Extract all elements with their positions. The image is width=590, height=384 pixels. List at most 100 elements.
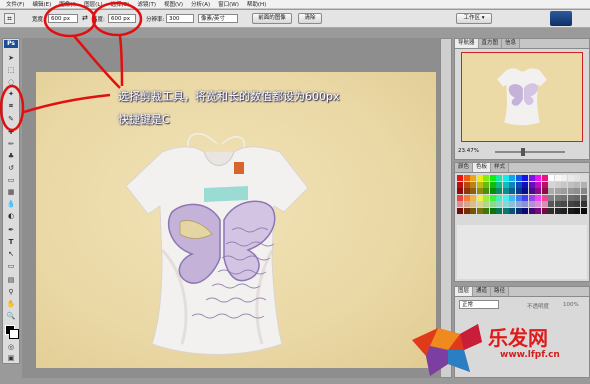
magic-wand-tool-icon[interactable]: ✦ [5, 89, 17, 98]
clone-stamp-tool-icon[interactable]: ♣ [5, 151, 17, 160]
color-swatch[interactable] [457, 207, 463, 214]
shape-tool-icon[interactable]: ▭ [5, 261, 17, 270]
color-swatch[interactable] [522, 207, 528, 214]
hand-tool-icon[interactable]: ✋ [5, 299, 17, 308]
color-swatch[interactable] [561, 175, 567, 181]
color-swatch[interactable] [509, 175, 515, 181]
height-input[interactable]: 600 px [108, 14, 136, 23]
color-swatch[interactable] [496, 181, 502, 188]
tab-navigator[interactable]: 导航器 [455, 39, 479, 48]
color-swatch[interactable] [548, 207, 554, 214]
color-swatch[interactable] [502, 201, 509, 207]
color-swatch[interactable] [483, 207, 489, 214]
color-swatch[interactable] [457, 194, 463, 201]
color-swatch[interactable] [548, 188, 554, 194]
color-swatch[interactable] [522, 188, 528, 194]
color-swatch[interactable] [528, 188, 535, 194]
clear-button[interactable]: 清除 [298, 13, 322, 24]
color-swatch[interactable] [561, 201, 567, 207]
tab-paths[interactable]: 路径 [491, 287, 510, 296]
marquee-tool-icon[interactable]: ⬚ [5, 65, 17, 74]
color-swatch[interactable] [509, 194, 515, 201]
workspace-button[interactable]: 工作区 ▾ [456, 13, 492, 24]
color-swatch[interactable] [502, 188, 509, 194]
color-swatch[interactable] [502, 207, 509, 214]
color-swatch[interactable] [515, 175, 522, 181]
brush-tool-icon[interactable]: ✏ [5, 139, 17, 148]
menu-analysis[interactable]: 分析(A) [191, 0, 210, 8]
color-swatch[interactable] [574, 194, 580, 201]
color-swatch[interactable] [470, 181, 476, 188]
color-swatch[interactable] [515, 207, 522, 214]
color-swatch[interactable] [483, 194, 489, 201]
color-swatch[interactable] [476, 175, 483, 181]
color-swatch[interactable] [476, 194, 483, 201]
color-swatch[interactable] [522, 181, 528, 188]
notes-tool-icon[interactable]: ▤ [5, 275, 17, 284]
color-swatch[interactable] [463, 181, 470, 188]
crop-tool-preset-icon[interactable]: ⌗ [4, 13, 15, 24]
resolution-input[interactable]: 300 [166, 14, 194, 23]
gradient-tool-icon[interactable]: ▦ [5, 187, 17, 196]
color-swatch[interactable] [463, 175, 470, 181]
color-swatch[interactable] [502, 181, 509, 188]
color-swatch[interactable] [554, 201, 561, 207]
color-swatch[interactable] [554, 175, 561, 181]
front-image-button[interactable]: 前面的图像 [252, 13, 292, 24]
color-swatch[interactable] [515, 188, 522, 194]
color-swatch[interactable] [496, 188, 502, 194]
color-swatch[interactable] [548, 201, 554, 207]
color-swatch[interactable] [509, 207, 515, 214]
slice-tool-icon[interactable]: ✎ [5, 114, 17, 123]
color-swatch[interactable] [496, 175, 502, 181]
color-swatch[interactable] [463, 188, 470, 194]
color-swatch[interactable] [502, 194, 509, 201]
screen-mode-icon[interactable]: ▣ [5, 353, 17, 362]
zoom-slider-thumb[interactable] [521, 148, 525, 156]
color-swatch[interactable] [567, 175, 574, 181]
color-swatch[interactable] [522, 194, 528, 201]
color-swatch[interactable] [483, 181, 489, 188]
blend-mode-select[interactable]: 正常 [459, 300, 499, 309]
color-swatch[interactable] [470, 201, 476, 207]
color-swatch[interactable] [535, 188, 541, 194]
color-swatch[interactable] [535, 194, 541, 201]
menu-select[interactable]: 选择(S) [111, 0, 130, 8]
navigator-thumbnail[interactable] [461, 52, 583, 142]
color-swatch[interactable] [463, 201, 470, 207]
tab-channels[interactable]: 通道 [473, 287, 492, 296]
opacity-value[interactable]: 100% [563, 302, 579, 308]
color-swatch[interactable] [489, 188, 496, 194]
color-swatch[interactable] [554, 207, 561, 214]
color-swatch[interactable] [580, 175, 587, 181]
tab-styles[interactable]: 样式 [491, 163, 510, 172]
zoom-slider[interactable] [495, 151, 565, 153]
color-swatch[interactable] [489, 201, 496, 207]
color-swatch[interactable] [535, 175, 541, 181]
color-swatch[interactable] [489, 175, 496, 181]
zoom-value[interactable]: 23.47% [458, 148, 479, 154]
color-swatch[interactable] [561, 207, 567, 214]
color-swatch[interactable] [567, 188, 574, 194]
color-swatch[interactable] [489, 194, 496, 201]
color-swatch[interactable] [567, 181, 574, 188]
color-swatch[interactable] [496, 207, 502, 214]
color-swatch[interactable] [476, 181, 483, 188]
color-swatch[interactable] [502, 175, 509, 181]
color-swatch[interactable] [515, 181, 522, 188]
color-swatch[interactable] [548, 194, 554, 201]
color-swatch[interactable] [496, 194, 502, 201]
color-swatch[interactable] [515, 194, 522, 201]
color-swatch[interactable] [496, 201, 502, 207]
tab-swatches[interactable]: 色板 [473, 163, 492, 172]
menu-filter[interactable]: 滤镜(T) [137, 0, 156, 8]
move-tool-icon[interactable]: ➤ [5, 53, 17, 62]
zoom-tool-icon[interactable]: 🔍 [5, 311, 17, 320]
color-swatch[interactable] [483, 188, 489, 194]
color-swatch[interactable] [522, 175, 528, 181]
color-swatch[interactable] [574, 175, 580, 181]
color-swatch[interactable] [548, 181, 554, 188]
healing-brush-tool-icon[interactable]: ✚ [5, 127, 17, 136]
color-swatch[interactable] [470, 207, 476, 214]
color-swatch[interactable] [489, 207, 496, 214]
